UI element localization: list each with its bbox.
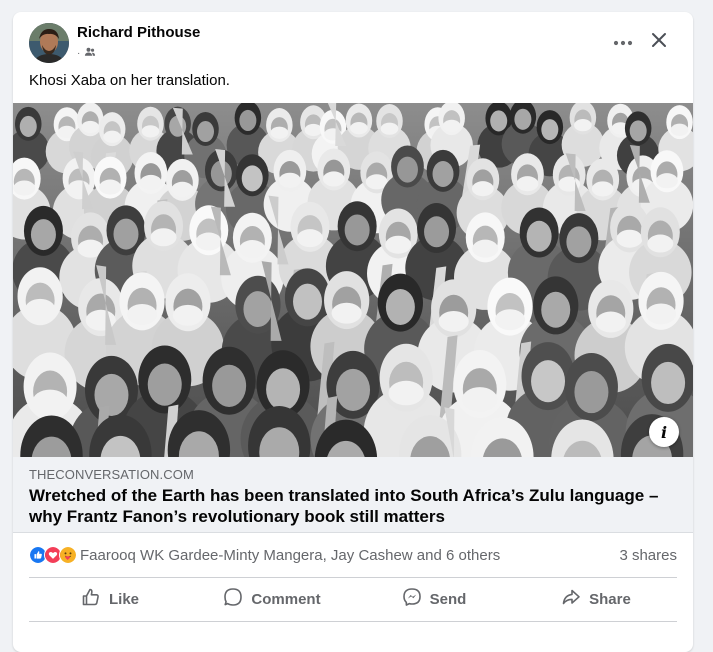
- share-button[interactable]: Share: [515, 581, 677, 617]
- messenger-icon: [402, 587, 422, 611]
- reactors-summary[interactable]: Faarooq WK Gardee-Minty Mangera, Jay Cas…: [29, 546, 500, 564]
- more-options-button[interactable]: [605, 24, 641, 60]
- actions-divider: [29, 577, 677, 578]
- reactions-row: Faarooq WK Gardee-Minty Mangera, Jay Cas…: [29, 544, 677, 566]
- reactors-text: Faarooq WK Gardee-Minty Mangera, Jay Cas…: [80, 546, 501, 564]
- close-button[interactable]: [641, 24, 677, 60]
- share-label: Share: [589, 590, 631, 608]
- like-button[interactable]: Like: [29, 581, 191, 617]
- info-button[interactable]: i: [649, 417, 679, 447]
- close-icon: [650, 31, 668, 54]
- shares-count[interactable]: 3 shares: [619, 547, 677, 564]
- like-label: Like: [108, 590, 139, 608]
- comment-button[interactable]: Comment: [191, 581, 353, 617]
- friends-icon[interactable]: [84, 46, 96, 61]
- send-label: Send: [429, 590, 467, 608]
- thumbs-up-icon: [81, 587, 101, 611]
- care-reaction-icon: [59, 546, 77, 564]
- link-domain: THECONVERSATION.COM: [29, 467, 194, 482]
- post-header: Richard Pithouse ·: [13, 12, 693, 72]
- post-meta: ·: [77, 46, 96, 61]
- bottom-divider: [29, 621, 677, 622]
- avatar[interactable]: [29, 23, 69, 63]
- link-preview[interactable]: THECONVERSATION.COM Wretched of the Eart…: [13, 457, 693, 533]
- reaction-icons: [29, 546, 77, 564]
- comment-label: Comment: [251, 590, 321, 608]
- crowd-photo: [13, 103, 693, 457]
- author-name[interactable]: Richard Pithouse: [77, 24, 200, 41]
- action-bar: Like Comment Send Share: [29, 581, 677, 617]
- more-icon: [613, 33, 633, 51]
- link-title[interactable]: Wretched of the Earth has been translate…: [29, 485, 669, 527]
- post-text: Khosi Xaba on her translation.: [29, 72, 230, 89]
- share-icon: [561, 587, 581, 611]
- send-button[interactable]: Send: [353, 581, 515, 617]
- meta-separator: ·: [77, 48, 81, 59]
- post-card: Richard Pithouse · Khosi Xaba on her tra…: [13, 12, 693, 652]
- link-preview-image[interactable]: i: [13, 103, 693, 457]
- comment-icon: [223, 587, 243, 611]
